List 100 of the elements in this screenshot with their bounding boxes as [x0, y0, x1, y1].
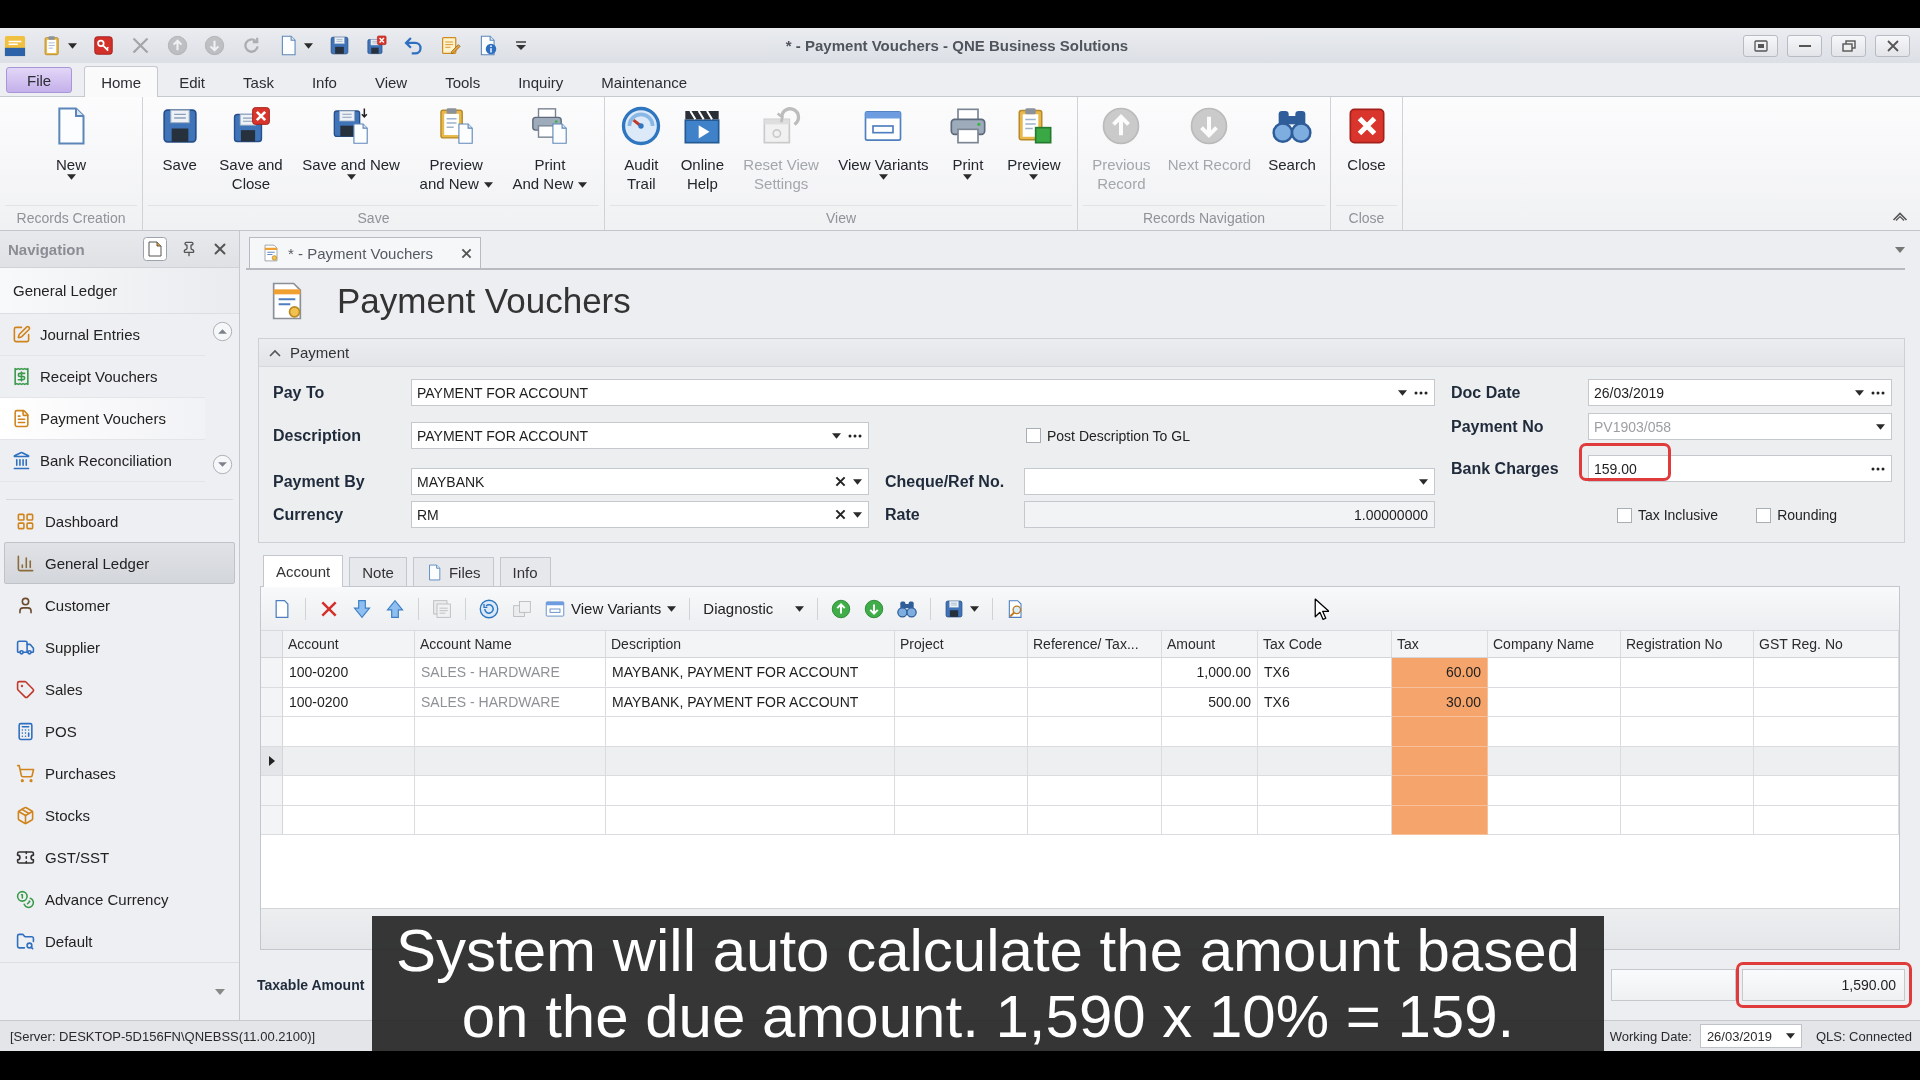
nav-item[interactable]: Payment Vouchers: [0, 398, 205, 440]
caret-down-icon[interactable]: [66, 174, 76, 180]
column-header[interactable]: Company Name: [1488, 631, 1621, 657]
new-button[interactable]: New: [48, 104, 94, 180]
row-header-cell[interactable]: [261, 687, 283, 717]
ellipsis-icon[interactable]: [1871, 466, 1885, 471]
close-window-button[interactable]: [1875, 34, 1910, 57]
dropdown-field[interactable]: RM: [411, 501, 869, 528]
arrow-up-circle-icon[interactable]: [831, 598, 852, 619]
caret-down-icon[interactable]: [878, 174, 888, 180]
tab[interactable]: Account: [263, 555, 344, 587]
file-menu-button[interactable]: File: [6, 67, 73, 93]
ribbon-tab[interactable]: Info: [294, 67, 354, 96]
clear-icon[interactable]: [835, 509, 846, 520]
column-header[interactable]: Registration No: [1621, 631, 1754, 657]
caret-down-icon[interactable]: [1029, 174, 1039, 180]
ribbon-tab[interactable]: Home: [84, 66, 159, 97]
number-field[interactable]: 1.00000000: [1024, 501, 1435, 528]
dropdown-field[interactable]: MAYBANK: [411, 468, 869, 495]
column-header[interactable]: Account Name: [415, 631, 606, 657]
caret-down-icon[interactable]: [970, 605, 980, 612]
module-item[interactable]: Stocks: [4, 794, 235, 836]
ribbon-tab[interactable]: Task: [226, 67, 291, 96]
caret-down-icon[interactable]: [1785, 1033, 1795, 1039]
online-help-button[interactable]: Online Help: [677, 104, 727, 193]
save-close-icon[interactable]: [366, 35, 387, 56]
diagnostic-dropdown[interactable]: Diagnostic: [703, 600, 805, 617]
pin-icon[interactable]: [181, 241, 197, 257]
close-button[interactable]: Close: [1343, 104, 1390, 174]
date-field[interactable]: 26/03/2019: [1588, 379, 1892, 406]
save-icon[interactable]: [329, 35, 350, 56]
module-item[interactable]: POS: [4, 710, 235, 752]
caret-down-icon[interactable]: [578, 182, 588, 189]
edit-icon[interactable]: [440, 35, 461, 56]
checkbox[interactable]: [1617, 507, 1632, 523]
nav-item[interactable]: Journal Entries: [0, 314, 205, 356]
arrow-up-icon[interactable]: [385, 598, 405, 619]
save-and-close-button[interactable]: Save and Close: [216, 104, 286, 193]
module-item[interactable]: Customer: [4, 584, 235, 626]
view-variants-button[interactable]: View Variants: [835, 104, 932, 180]
caret-down-icon[interactable]: [667, 605, 677, 612]
nav-item[interactable]: Bank Reconciliation: [0, 440, 205, 482]
pane-toggle-icon[interactable]: [143, 237, 167, 261]
row-header-cell[interactable]: [261, 717, 283, 747]
amount-field[interactable]: 159.00: [1588, 455, 1892, 482]
arrow-down-icon[interactable]: [352, 598, 372, 619]
customize-icon[interactable]: [514, 39, 528, 52]
ribbon-tab[interactable]: Edit: [162, 67, 223, 96]
caret-down-icon[interactable]: [346, 174, 356, 180]
row-header-cell[interactable]: [261, 658, 283, 688]
print-and-new-button[interactable]: Print And New: [509, 104, 591, 193]
column-header[interactable]: GST Reg. No: [1754, 631, 1899, 657]
row-header-cell[interactable]: [261, 805, 283, 835]
chevron-up-icon[interactable]: [1892, 211, 1908, 221]
refresh-icon[interactable]: [479, 598, 499, 619]
date-field[interactable]: 26/03/2019: [1699, 1024, 1802, 1048]
caret-down-icon[interactable]: [832, 432, 841, 439]
caret-down-icon[interactable]: [795, 605, 805, 612]
caret-down-icon[interactable]: [68, 42, 77, 49]
key-icon[interactable]: [93, 35, 114, 56]
column-header[interactable]: Tax Code: [1258, 631, 1392, 657]
tab[interactable]: Info: [499, 557, 551, 586]
tab[interactable]: Note: [349, 557, 407, 586]
caret-down-icon[interactable]: [853, 478, 862, 485]
fullscreen-button[interactable]: [1743, 34, 1778, 57]
module-item[interactable]: General Ledger: [4, 542, 235, 584]
undo-icon[interactable]: [403, 35, 424, 56]
column-header[interactable]: Description: [606, 631, 895, 657]
column-header[interactable]: Reference/ Tax...: [1028, 631, 1162, 657]
document-tab[interactable]: * - Payment Vouchers: [249, 237, 481, 268]
view-variants-button[interactable]: View Variants: [545, 598, 677, 619]
arrow-down-circle-icon[interactable]: [864, 598, 885, 619]
ellipsis-icon[interactable]: [848, 433, 862, 438]
caret-down-icon[interactable]: [304, 42, 313, 49]
ribbon-tab[interactable]: View: [357, 67, 425, 96]
checkbox[interactable]: [1756, 507, 1772, 523]
caret-down-icon[interactable]: [963, 174, 973, 180]
caret-down-icon[interactable]: [1398, 389, 1407, 396]
minimize-button[interactable]: [1787, 34, 1822, 57]
save-button[interactable]: Save: [156, 104, 203, 174]
module-item[interactable]: Supplier: [4, 626, 235, 668]
preview-and-new-button[interactable]: Preview and New: [416, 104, 496, 193]
module-item[interactable]: Sales: [4, 668, 235, 710]
column-header[interactable]: Amount: [1162, 631, 1258, 657]
caret-down-icon[interactable]: [1855, 389, 1864, 396]
clear-icon[interactable]: [835, 476, 846, 487]
close-icon[interactable]: [461, 247, 472, 259]
module-item[interactable]: Dashboard: [4, 500, 235, 542]
checkbox[interactable]: [1026, 428, 1041, 443]
caret-down-icon[interactable]: [853, 511, 862, 518]
module-item[interactable]: Advance Currency: [4, 878, 235, 920]
ribbon-tab[interactable]: Maintenance: [584, 67, 705, 96]
module-item[interactable]: GST/SST: [4, 836, 235, 878]
ellipsis-icon[interactable]: [1871, 390, 1885, 395]
row-header-cell[interactable]: [261, 746, 283, 776]
audit-trail-button[interactable]: Audit Trail: [618, 104, 665, 193]
column-header[interactable]: Project: [895, 631, 1028, 657]
column-header[interactable]: Account: [283, 631, 415, 657]
restore-button[interactable]: [1831, 34, 1866, 57]
chevron-up-icon[interactable]: [269, 348, 281, 357]
